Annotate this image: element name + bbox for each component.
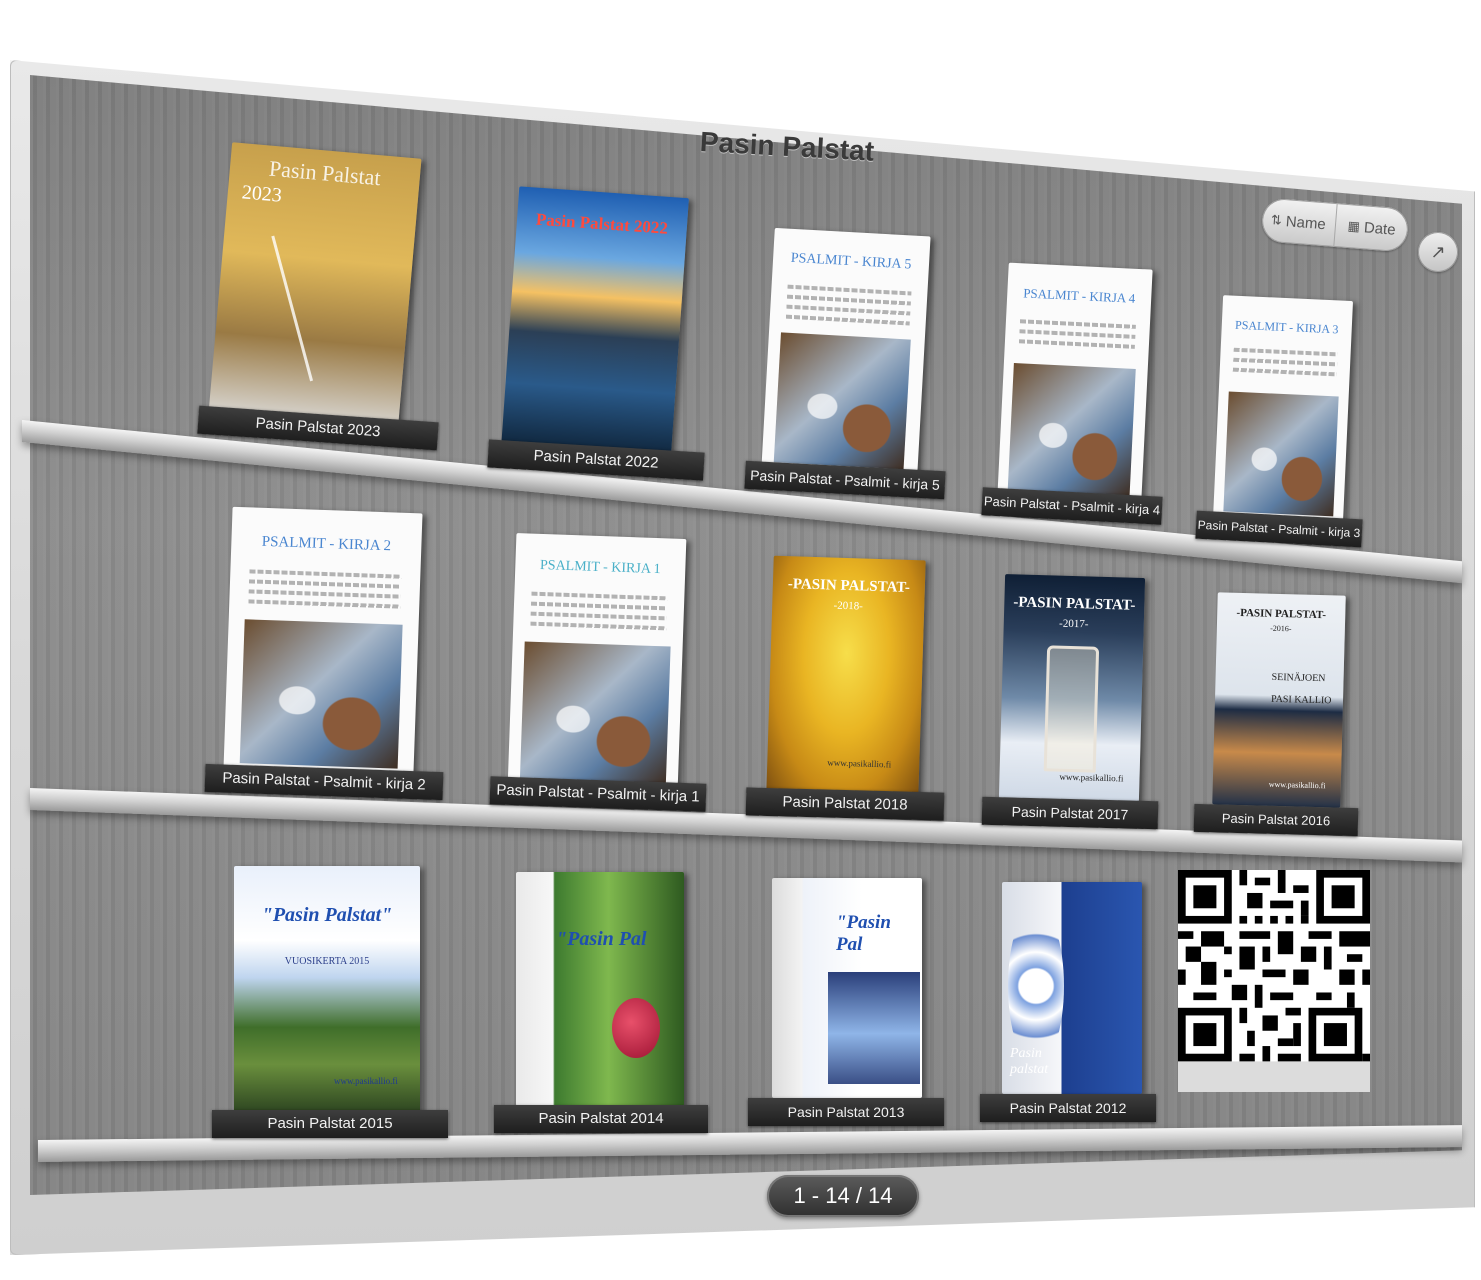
book-cover[interactable]: -PASIN PALSTAT- -2017- www.pasikallio.fi	[998, 574, 1146, 802]
book-label[interactable]: Pasin Palstat 2018	[745, 787, 945, 821]
text-lines	[1019, 339, 1135, 349]
cover-subtitle: -2016-	[1270, 623, 1292, 634]
cover-website: www.pasikallio.fi	[334, 1076, 398, 1086]
cover-title: Pasin Palstat 2022	[535, 209, 669, 238]
sort-by-date-button[interactable]: ▦ Date	[1332, 203, 1410, 253]
text-lines	[787, 284, 912, 296]
book-item[interactable]: -PASIN PALSTAT- -2017- www.pasikallio.fi	[998, 574, 1146, 802]
book-item[interactable]: PSALMIT - KIRJA 4	[997, 262, 1153, 504]
text-lines	[248, 599, 401, 609]
mandala-image	[1008, 906, 1064, 1066]
cover-title: "Pasin Pal	[556, 928, 647, 950]
book-label[interactable]: Pasin Palstat 2015	[212, 1110, 448, 1138]
text-lines	[1233, 347, 1338, 357]
book-item[interactable]: PSALMIT - KIRJA 5	[761, 227, 931, 477]
cover-subtitle: -2018-	[833, 599, 864, 613]
text-lines	[786, 294, 912, 306]
calendar-icon: ▦	[1347, 218, 1361, 234]
pagination-indicator: 1 - 14 / 14	[767, 1175, 919, 1217]
book-item[interactable]: PSALMIT - KIRJA 2	[223, 506, 423, 776]
text-lines	[1233, 357, 1338, 367]
share-icon: ↗	[1430, 241, 1446, 262]
book-cover[interactable]: "Pasin Palstat" VUOSIKERTA 2015 www.pasi…	[234, 866, 420, 1114]
cover-extra: SEINÄJOEN	[1271, 671, 1326, 685]
book-item[interactable]: Pasin palstat	[1002, 882, 1142, 1094]
book-cover[interactable]: PSALMIT - KIRJA 2	[223, 506, 423, 776]
book-item[interactable]: Pasin Palstat 2022	[501, 186, 689, 460]
book-label[interactable]: Pasin Palstat 2016	[1193, 803, 1359, 837]
share-button[interactable]: ↗	[1418, 232, 1458, 272]
book-label[interactable]: Pasin Palstat 2017	[981, 796, 1159, 830]
cover-title: -PASIN PALSTAT-	[1013, 594, 1136, 614]
cover-title: PSALMIT - KIRJA 4	[1022, 285, 1136, 306]
qr-code-image	[1178, 870, 1370, 1092]
book-cover[interactable]: "Pasin Pal	[772, 878, 922, 1098]
text-lines	[248, 589, 401, 599]
sky-figure-image	[828, 972, 920, 1084]
frost-flower-icon	[271, 212, 400, 382]
book-cover[interactable]: PSALMIT - KIRJA 1	[507, 533, 687, 793]
bookshelf-app: Pasin Palstat ⇅ Name ▦ Date ↗ Pasin Pals…	[0, 0, 1481, 1280]
book-item[interactable]: "Pasin Palstat" VUOSIKERTA 2015 www.pasi…	[234, 866, 420, 1114]
text-lines	[249, 569, 402, 579]
book-item[interactable]: -PASIN PALSTAT- -2016- SEINÄJOEN PASI KA…	[1212, 592, 1346, 808]
cover-title: PSALMIT - KIRJA 2	[261, 533, 392, 555]
text-lines	[785, 304, 911, 316]
text-lines	[530, 601, 668, 611]
raspberry-image	[612, 998, 660, 1058]
book-cover[interactable]: -PASIN PALSTAT- -2018- www.pasikallio.fi	[766, 555, 926, 799]
book-item[interactable]: "Pasin Pal	[516, 872, 684, 1106]
text-lines	[785, 314, 911, 326]
cover-subtitle: -2017-	[1058, 617, 1089, 631]
sort-name-label: Name	[1285, 212, 1327, 233]
text-lines	[1019, 329, 1136, 339]
cover-subtitle: VUOSIKERTA 2015	[284, 956, 370, 967]
cover-website: www.pasikallio.fi	[1268, 779, 1326, 791]
book-cover[interactable]: PSALMIT - KIRJA 5	[761, 227, 931, 477]
book-item[interactable]: PSALMIT - KIRJA 3	[1212, 295, 1354, 525]
text-lines	[248, 579, 402, 589]
cover-title: "Pasin Palstat"	[261, 904, 393, 926]
book-cover[interactable]: Pasin Palstat 2023	[208, 142, 422, 430]
sort-by-name-button[interactable]: ⇅ Name	[1260, 197, 1336, 247]
text-lines	[531, 591, 668, 601]
cover-website: www.pasikallio.fi	[1059, 771, 1124, 784]
text-lines	[1232, 367, 1337, 377]
sort-alpha-icon: ⇅	[1270, 211, 1283, 228]
text-lines	[530, 621, 667, 631]
cover-author: PASI KALLIO	[1270, 693, 1332, 707]
cover-title: PSALMIT - KIRJA 3	[1234, 317, 1339, 337]
cover-title: -PASIN PALSTAT-	[1236, 606, 1327, 622]
text-lines	[1020, 319, 1136, 329]
book-label[interactable]: Pasin Palstat 2013	[748, 1098, 944, 1126]
book-cover[interactable]: -PASIN PALSTAT- -2016- SEINÄJOEN PASI KA…	[1212, 592, 1346, 808]
book-label[interactable]: Pasin Palstat 2012	[980, 1094, 1156, 1122]
cover-title: PSALMIT - KIRJA 1	[539, 557, 661, 578]
book-item[interactable]: Pasin Palstat 2023	[208, 142, 422, 430]
praying-hands-image	[239, 619, 403, 769]
book-cover[interactable]: "Pasin Pal	[516, 872, 684, 1106]
cover-title: Pasin palstat	[1010, 1046, 1049, 1077]
cover-title: PSALMIT - KIRJA 5	[790, 250, 912, 273]
book-item[interactable]: -PASIN PALSTAT- -2018- www.pasikallio.fi	[766, 555, 926, 799]
praying-hands-image	[773, 332, 911, 470]
cover-title: "Pasin Pal	[836, 912, 891, 955]
cover-website: www.pasikallio.fi	[827, 757, 892, 770]
book-cover[interactable]: PSALMIT - KIRJA 3	[1212, 295, 1354, 525]
praying-hands-image	[519, 641, 671, 785]
book-cover[interactable]: Pasin Palstat 2022	[501, 186, 689, 460]
book-cover[interactable]: Pasin palstat	[1002, 882, 1142, 1094]
praying-hands-image	[1007, 362, 1136, 497]
praying-hands-image	[1223, 391, 1339, 517]
book-item[interactable]: PSALMIT - KIRJA 1	[507, 533, 687, 793]
cover-title: -PASIN PALSTAT-	[787, 576, 911, 596]
book-cover[interactable]: PSALMIT - KIRJA 4	[997, 262, 1153, 504]
book-label[interactable]: Pasin Palstat 2014	[494, 1105, 708, 1133]
text-lines	[530, 611, 667, 621]
lantern-icon	[1043, 645, 1100, 773]
book-item[interactable]: "Pasin Pal	[772, 878, 922, 1098]
sort-date-label: Date	[1363, 218, 1397, 239]
